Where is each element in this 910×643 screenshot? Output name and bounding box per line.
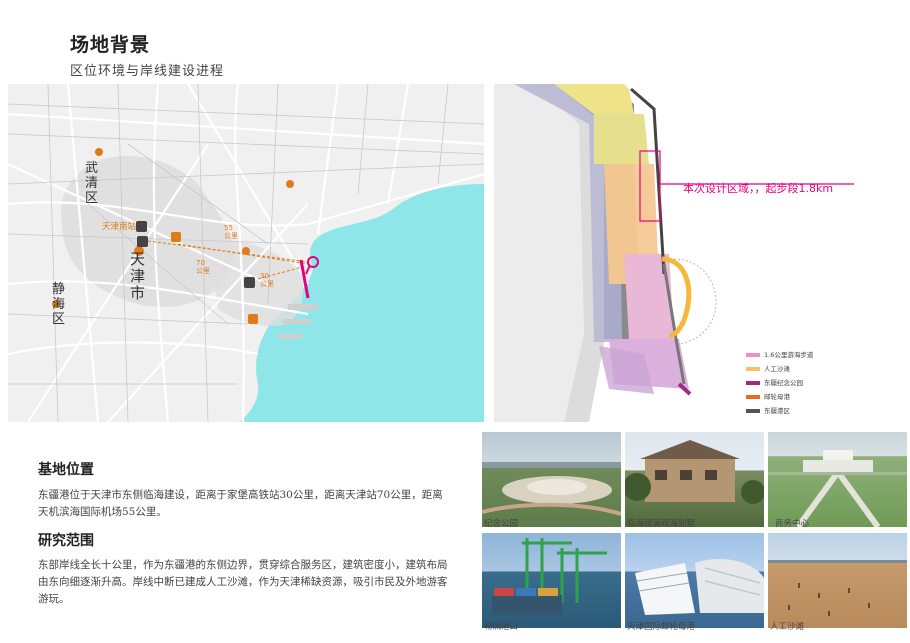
page-subtitle: 区位环境与岸线建设进程 bbox=[70, 64, 225, 79]
scope-heading: 研究范围 bbox=[38, 533, 94, 549]
location-heading: 基地位置 bbox=[38, 462, 94, 478]
legend-swatch bbox=[746, 367, 760, 371]
location-map: 武清区 天津市 静海区 天津南站 55 公里 70 公里 30 公里 bbox=[8, 84, 484, 422]
photo-villas-image bbox=[625, 440, 764, 504]
map-label-station: 天津南站 bbox=[102, 222, 137, 232]
map-graphic bbox=[8, 84, 484, 422]
photo-memorial-park bbox=[482, 432, 621, 527]
photo-caption: 临海观澜观海别墅 bbox=[627, 519, 696, 529]
photo-business-center bbox=[768, 432, 907, 527]
page-title: 场地背景 bbox=[70, 34, 151, 56]
photo-memorial-park-image bbox=[482, 462, 621, 516]
photo-caption: 人工沙滩 bbox=[770, 622, 805, 632]
scope-text: 东部岸线全长十公里，作为东疆港的东侧边界，贯穿综合服务区，建筑密度小，建筑布局由… bbox=[38, 559, 448, 605]
photo-artificial-beach bbox=[768, 533, 907, 628]
photo-business-center-image bbox=[768, 450, 907, 527]
legend-item: 1.6公里游海步道 bbox=[746, 349, 813, 359]
legend-item: 东疆纪念公园 bbox=[746, 377, 803, 387]
photo-logistics-port-image bbox=[492, 538, 607, 615]
legend-swatch bbox=[746, 409, 760, 413]
photo-caption: 物流港口 bbox=[484, 622, 519, 632]
photo-cruise-terminal bbox=[625, 533, 764, 628]
photo-logistics-port bbox=[482, 533, 621, 628]
location-text: 东疆港位于天津市东侧临海建设，距离于家堡高铁站30公里，距离天津站70公里，距离… bbox=[38, 489, 443, 518]
legend-swatch bbox=[746, 381, 760, 385]
photo-caption: 纪念公园 bbox=[484, 519, 519, 529]
map-label-55km: 55 公里 bbox=[224, 224, 238, 240]
map-label-70km: 70 公里 bbox=[196, 259, 210, 275]
photo-cruise-terminal-image bbox=[635, 558, 764, 615]
map-label-jinghai: 静海区 bbox=[52, 282, 66, 327]
site-plan-graphic bbox=[494, 84, 909, 422]
design-zone-callout: 本次设计区域，，起步段1.8km bbox=[683, 182, 834, 195]
photo-caption: 商务中心 bbox=[775, 519, 810, 529]
legend-swatch bbox=[746, 353, 760, 357]
photo-artificial-beach-image bbox=[768, 560, 907, 616]
legend-swatch bbox=[746, 395, 760, 399]
legend-item: 邮轮母港 bbox=[746, 391, 790, 401]
map-label-wuqing: 武清区 bbox=[85, 161, 99, 206]
legend-item: 人工沙滩 bbox=[746, 363, 790, 373]
map-label-tianjin: 天津市 bbox=[130, 250, 146, 302]
legend-item: 东疆港区 bbox=[746, 405, 790, 415]
photo-caption: 天津国际邮轮母港 bbox=[627, 622, 696, 632]
photo-villas bbox=[625, 432, 764, 527]
site-plan bbox=[494, 84, 909, 422]
map-label-30km: 30 公里 bbox=[260, 272, 274, 288]
